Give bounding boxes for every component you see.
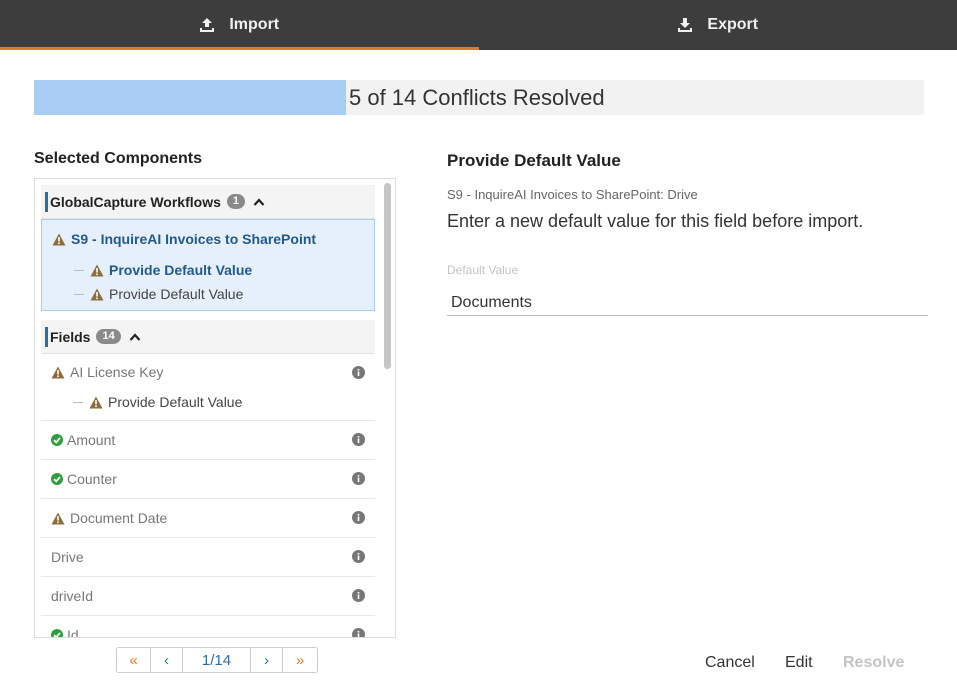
field-item-label: Counter	[67, 471, 117, 487]
page-indicator: 1/14	[183, 648, 251, 672]
warning-icon	[90, 264, 104, 277]
check-circle-icon	[51, 434, 63, 446]
components-list-panel: GlobalCapture Workflows 1 S9 - InquireAI…	[34, 178, 396, 638]
field-item[interactable]: Id	[41, 616, 375, 638]
workflow-item-title[interactable]: S9 - InquireAI Invoices to SharePoint	[42, 220, 374, 258]
conflict-sub-item[interactable]: Provide Default Value	[42, 282, 374, 306]
last-page-button[interactable]: »	[283, 648, 317, 672]
top-tab-bar: Import Export	[0, 0, 957, 50]
group-workflows-count-badge: 1	[226, 194, 245, 209]
warning-icon	[51, 512, 65, 525]
info-icon[interactable]	[352, 472, 365, 488]
edit-button[interactable]: Edit	[785, 654, 813, 672]
selected-workflow-item[interactable]: S9 - InquireAI Invoices to SharePoint Pr…	[41, 219, 375, 311]
info-icon[interactable]	[352, 550, 365, 566]
conflict-subtitle: S9 - InquireAI Invoices to SharePoint: D…	[447, 187, 698, 202]
warning-icon	[90, 288, 104, 301]
info-icon[interactable]	[352, 433, 365, 449]
info-icon[interactable]	[352, 628, 365, 637]
field-item-label: Amount	[67, 432, 116, 448]
conflict-title: Provide Default Value	[447, 151, 621, 170]
warning-icon	[52, 233, 66, 246]
field-item-label: Drive	[51, 549, 84, 565]
conflict-sub-item-label: Provide Default Value	[109, 262, 253, 278]
next-page-button[interactable]: ›	[251, 648, 283, 672]
cancel-button[interactable]: Cancel	[705, 654, 755, 672]
conflict-sub-item-active[interactable]: Provide Default Value	[42, 258, 374, 282]
conflict-sub-item-label: Provide Default Value	[109, 286, 244, 302]
field-item[interactable]: Drive	[41, 538, 375, 577]
progress-fill	[34, 80, 346, 115]
tab-export[interactable]: Export	[479, 0, 957, 50]
group-header-workflows[interactable]: GlobalCapture Workflows 1	[41, 185, 375, 219]
progress-text: 5 of 14 Conflicts Resolved	[349, 85, 605, 110]
field-conflict-sub-item-label: Provide Default Value	[108, 394, 243, 410]
components-list: GlobalCapture Workflows 1 S9 - InquireAI…	[41, 185, 375, 638]
field-item[interactable]: AI License Key	[41, 354, 375, 390]
warning-icon	[89, 396, 103, 409]
field-item[interactable]: Counter	[41, 460, 375, 499]
tab-import-label: Import	[229, 16, 280, 33]
info-icon[interactable]	[352, 366, 365, 382]
group-header-fields[interactable]: Fields 14	[41, 320, 375, 354]
chevron-up-icon[interactable]	[253, 197, 265, 207]
field-item[interactable]: Amount	[41, 421, 375, 460]
field-item-label: Document Date	[70, 510, 168, 526]
default-value-label: Default Value	[447, 263, 519, 277]
pagination: « ‹ 1/14 › »	[116, 647, 318, 673]
warning-icon	[51, 366, 65, 379]
check-circle-icon	[51, 629, 63, 637]
field-conflict-sub-item[interactable]: Provide Default Value	[41, 390, 375, 420]
field-item-block: AI License Key Provide Default Value	[41, 354, 375, 421]
selected-components-title: Selected Components	[34, 150, 203, 167]
field-item-label: AI License Key	[70, 364, 164, 380]
first-page-button[interactable]: «	[117, 648, 151, 672]
check-circle-icon	[51, 473, 63, 485]
info-icon[interactable]	[352, 589, 365, 605]
tab-import[interactable]: Import	[0, 0, 479, 50]
group-workflows-label: GlobalCapture Workflows	[50, 193, 221, 210]
workflow-item-label: S9 - InquireAI Invoices to SharePoint	[71, 231, 317, 247]
download-icon	[677, 17, 693, 33]
field-item-label: Id	[67, 627, 79, 638]
conflicts-progress-bar: 5 of 14 Conflicts Resolved	[34, 80, 924, 115]
tab-export-label: Export	[707, 16, 759, 33]
resolve-button[interactable]: Resolve	[843, 654, 904, 672]
field-item-label: driveId	[51, 588, 94, 604]
conflict-description: Enter a new default value for this field…	[447, 211, 864, 231]
group-fields-label: Fields	[50, 328, 91, 345]
upload-icon	[199, 17, 215, 33]
field-item[interactable]: Document Date	[41, 499, 375, 538]
list-scrollbar[interactable]	[384, 183, 391, 369]
info-icon[interactable]	[352, 511, 365, 527]
default-value-input[interactable]	[447, 290, 928, 316]
field-item[interactable]: driveId	[41, 577, 375, 616]
chevron-up-icon[interactable]	[129, 332, 141, 342]
group-fields-count-badge: 14	[96, 329, 121, 344]
prev-page-button[interactable]: ‹	[151, 648, 183, 672]
